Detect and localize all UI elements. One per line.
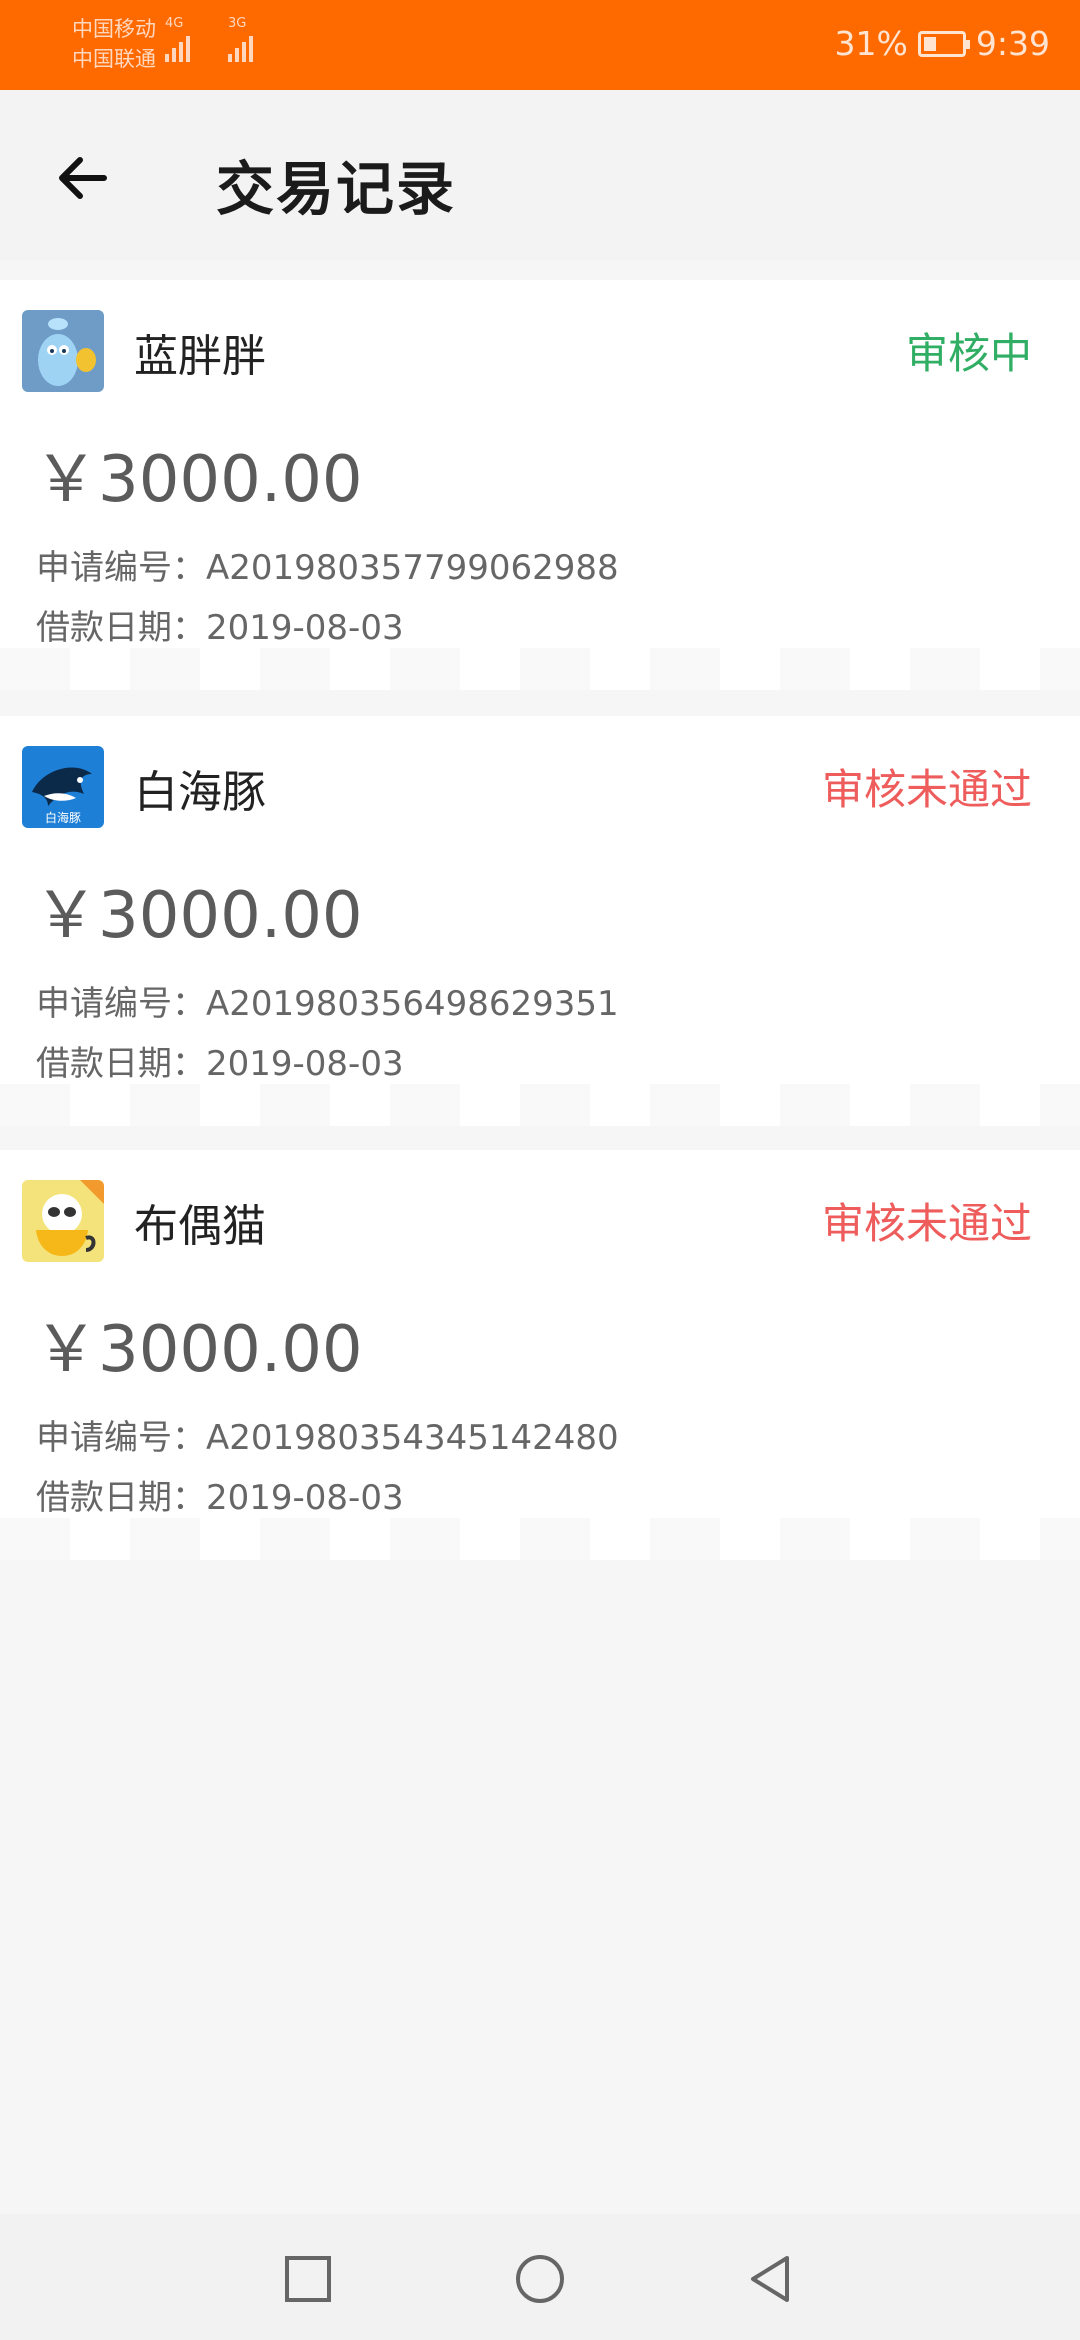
loan-date-row: 借款日期：2019-08-03 [36,1470,404,1519]
status-badge: 审核未通过 [821,765,1032,814]
carrier-2: 中国联通 [72,47,156,71]
back-arrow-icon[interactable] [52,148,112,208]
application-number: A201980354345142480 [206,1418,619,1458]
application-number-label: 申请编号： [36,984,206,1024]
loan-date-row: 借款日期：2019-08-03 [36,1036,404,1085]
blue-mascot-logo-icon [22,310,104,392]
page-title: 交易记录 [216,155,457,223]
application-number-row: 申请编号：A201980356498629351 [36,976,619,1025]
header: 交易记录 [0,90,1080,260]
amount: ￥3000.00 [34,1313,363,1387]
status-badge: 审核中 [905,329,1032,378]
record-card-2[interactable]: 白海豚 白海豚 审核未通过 ￥3000.00 申请编号：A20198035649… [0,716,1080,1126]
cat-logo-icon [22,1180,104,1262]
dolphin-logo-icon: 白海豚 [22,746,104,828]
circle-icon[interactable] [515,2254,565,2304]
application-number-label: 申请编号： [36,548,206,588]
loan-date-label: 借款日期： [36,1044,206,1084]
loan-date: 2019-08-03 [206,608,404,648]
carrier-labels: 中国移动 中国联通 [72,14,156,74]
card-divider [0,1084,1080,1126]
application-number: A201980356498629351 [206,984,619,1024]
square-icon[interactable] [283,2254,333,2304]
loan-date-row: 借款日期：2019-08-03 [36,600,404,649]
application-number-label: 申请编号： [36,1418,206,1458]
card-divider [0,648,1080,690]
triangle-back-icon[interactable] [745,2254,795,2304]
card-divider [0,1518,1080,1560]
signal-1-icon: 4G [165,16,190,62]
network-type-2: 3G [228,16,247,31]
status-badge: 审核未通过 [821,1199,1032,1248]
application-number-row: 申请编号：A201980354345142480 [36,1410,619,1459]
clock: 9:39 [975,24,1050,63]
loan-date-label: 借款日期： [36,608,206,648]
battery-icon [917,30,970,57]
signal-2-icon: 3G [228,16,253,62]
record-card-1[interactable]: 蓝胖胖 审核中 ￥3000.00 申请编号：A20198035779906298… [0,280,1080,690]
platform-name: 蓝胖胖 [134,331,266,382]
carrier-1: 中国移动 [72,17,156,41]
amount: ￥3000.00 [34,879,363,953]
amount: ￥3000.00 [34,443,363,517]
right-status: 31% 9:39 [835,24,1050,63]
record-card-3[interactable]: 布偶猫 审核未通过 ￥3000.00 申请编号：A201980354345142… [0,1150,1080,1560]
application-number: A201980357799062988 [206,548,619,588]
loan-date: 2019-08-03 [206,1044,404,1084]
system-navigation-bar [0,2214,1080,2340]
loan-date-label: 借款日期： [36,1478,206,1518]
battery-percent: 31% [834,24,908,63]
dolphin-logo-text: 白海豚 [45,810,81,825]
loan-date: 2019-08-03 [206,1478,404,1518]
platform-name: 白海豚 [134,767,266,818]
platform-name: 布偶猫 [134,1201,266,1252]
status-bar: 中国移动 中国联通 4G 3G 31% 9:39 [0,0,1080,90]
network-type-1: 4G [165,16,184,31]
application-number-row: 申请编号：A201980357799062988 [36,540,619,589]
